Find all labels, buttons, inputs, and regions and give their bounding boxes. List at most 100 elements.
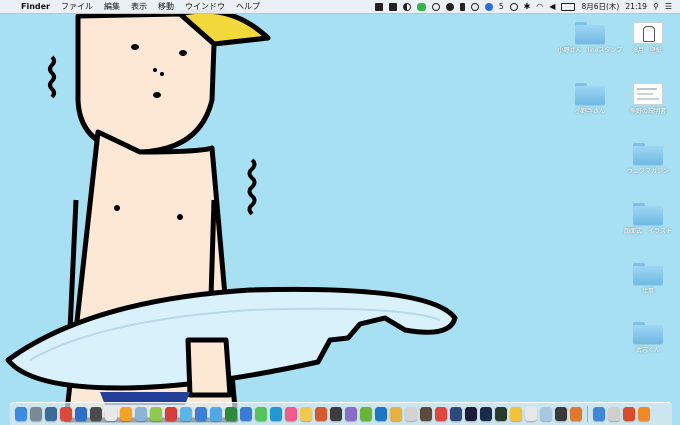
dock-app-icon[interactable] xyxy=(270,407,282,421)
menu-bar-right: 5 ✱ ◠ ◀ 8月6日(木) 21:19 ⚲ ☰ xyxy=(374,1,680,12)
dock-app-icon[interactable] xyxy=(405,407,417,421)
wifi-icon[interactable]: ◠ xyxy=(536,2,543,11)
dock-app-icon[interactable] xyxy=(120,407,132,421)
notification-center-icon[interactable]: ☰ xyxy=(665,2,672,11)
desktop-icon-label: 8月 壁紙 xyxy=(634,47,662,54)
dock-app-icon[interactable] xyxy=(345,407,357,421)
bookmark-icon[interactable] xyxy=(459,2,465,11)
document-file-icon xyxy=(633,83,663,105)
ring-icon[interactable] xyxy=(431,2,440,11)
dock-app-icon[interactable] xyxy=(75,407,87,421)
desktop-icon-manual[interactable]: 熊野の説明書 xyxy=(612,83,680,116)
motion-lines-left xyxy=(48,55,56,99)
dock-app-icon[interactable] xyxy=(300,407,312,421)
alert-icon[interactable] xyxy=(445,2,454,11)
dock-app-icon[interactable] xyxy=(450,407,462,421)
dock-app-icon[interactable] xyxy=(435,407,447,421)
vpn-icon[interactable] xyxy=(484,2,493,11)
spotlight-icon[interactable]: ⚲ xyxy=(653,2,659,11)
desktop-icon-label: 小野寺さん xyxy=(574,108,605,115)
line-icon[interactable] xyxy=(416,2,426,11)
folder-icon xyxy=(633,143,663,165)
dock-app-icon[interactable] xyxy=(30,407,42,421)
desktop-icon-wallpaper[interactable]: 8月 壁紙 xyxy=(612,22,680,55)
bluetooth-icon[interactable]: ✱ xyxy=(524,2,531,11)
dock-app-icon[interactable] xyxy=(495,407,507,421)
time-text[interactable]: 21:19 xyxy=(625,2,647,11)
dock-app-icon[interactable] xyxy=(210,407,222,421)
dock-app-icon[interactable] xyxy=(593,407,605,421)
dock-app-icon[interactable] xyxy=(608,407,620,421)
dock-app-icon[interactable] xyxy=(285,407,297,421)
desktop-icon-illustration[interactable]: 顔面式 イラスト xyxy=(612,203,680,236)
dock-app-icon[interactable] xyxy=(315,407,327,421)
desktop-icon-web-magazine[interactable]: ウェブマガジン xyxy=(612,143,680,176)
desktop-icon-label: 熊野の説明書 xyxy=(629,108,666,115)
dock-app-icon[interactable] xyxy=(165,407,177,421)
eye-left xyxy=(131,44,139,50)
menu-go[interactable]: 移動 xyxy=(158,1,174,12)
menu-file[interactable]: ファイル xyxy=(61,1,93,12)
dock-app-icon[interactable] xyxy=(225,407,237,421)
dock-app-icon[interactable] xyxy=(330,407,342,421)
badge-count: 5 xyxy=(498,2,504,11)
dock-app-icon[interactable] xyxy=(570,407,582,421)
nipple-right xyxy=(177,214,183,220)
menu-bar-left: Finder ファイル 編集 表示 移動 ウインドウ ヘルプ xyxy=(0,1,375,12)
dropbox-icon[interactable] xyxy=(388,2,397,11)
desktop-icon-label: 顔面式 イラスト xyxy=(624,228,672,235)
battery-icon[interactable] xyxy=(561,2,576,11)
menu-help[interactable]: ヘルプ xyxy=(236,1,260,12)
folder-icon xyxy=(633,263,663,285)
dock-app-icon[interactable] xyxy=(390,407,402,421)
dock-app-icon[interactable] xyxy=(375,407,387,421)
dock-app-icon[interactable] xyxy=(480,407,492,421)
folder-icon xyxy=(575,22,605,44)
dock-app-icon[interactable] xyxy=(623,407,635,421)
eye-right xyxy=(179,50,187,56)
date-text[interactable]: 8月6日(木) xyxy=(581,1,619,12)
dock-app-icon[interactable] xyxy=(150,407,162,421)
half-circle-icon[interactable] xyxy=(402,2,411,11)
dock-app-icon[interactable] xyxy=(105,407,117,421)
hand-right xyxy=(185,337,233,398)
nostril-right xyxy=(160,72,164,76)
dock-app-icon[interactable] xyxy=(540,407,552,421)
dock-app-icon[interactable] xyxy=(360,407,372,421)
time-machine-icon[interactable] xyxy=(509,2,518,11)
desktop-icon-takeshi[interactable]: 武志くん xyxy=(612,322,680,355)
menu-window[interactable]: ウインドウ xyxy=(185,1,225,12)
dock-app-icon[interactable] xyxy=(45,407,57,421)
desktop-icon-work[interactable]: 仕事 xyxy=(612,263,680,296)
desktop-icon-label: 仕事 xyxy=(641,288,654,295)
dock-app-icon[interactable] xyxy=(90,407,102,421)
menu-bar: Finder ファイル 編集 表示 移動 ウインドウ ヘルプ 5 ✱ ◠ ◀ 8… xyxy=(0,0,680,14)
dock-app-icon[interactable] xyxy=(638,407,650,421)
dock-app-icon[interactable] xyxy=(255,407,267,421)
surfboard-shape xyxy=(5,286,458,391)
nipple-left xyxy=(114,205,120,211)
dock-app-icon[interactable] xyxy=(420,407,432,421)
evernote-icon[interactable] xyxy=(374,2,383,11)
dock-app-icon[interactable] xyxy=(525,407,537,421)
info-icon[interactable] xyxy=(470,2,479,11)
dock-app-icon[interactable] xyxy=(465,407,477,421)
volume-icon[interactable]: ◀ xyxy=(549,2,555,11)
menu-finder[interactable]: Finder xyxy=(21,2,50,11)
dock-app-icon[interactable] xyxy=(240,407,252,421)
desktop-icon-label: 武志くん xyxy=(635,347,660,354)
dock-app-icon[interactable] xyxy=(510,407,522,421)
dock-app-icon[interactable] xyxy=(60,407,72,421)
folder-icon xyxy=(633,203,663,225)
menu-view[interactable]: 表示 xyxy=(131,1,147,12)
dock xyxy=(10,402,672,425)
dock-app-icon[interactable] xyxy=(180,407,192,421)
arm-left xyxy=(67,199,79,331)
dock-app-icon[interactable] xyxy=(15,407,27,421)
mouth xyxy=(153,92,161,98)
dock-app-icon[interactable] xyxy=(195,407,207,421)
folder-icon xyxy=(575,83,605,105)
menu-edit[interactable]: 編集 xyxy=(104,1,120,12)
dock-app-icon[interactable] xyxy=(555,407,567,421)
dock-app-icon[interactable] xyxy=(135,407,147,421)
